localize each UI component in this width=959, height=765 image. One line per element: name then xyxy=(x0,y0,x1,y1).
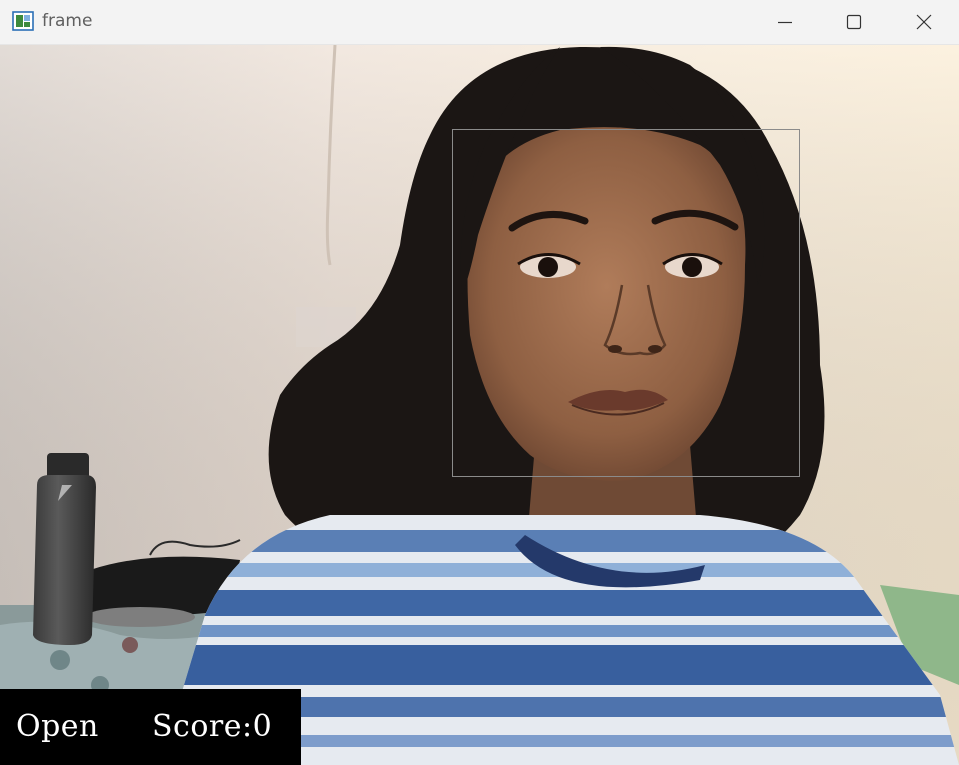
minimize-button[interactable] xyxy=(750,0,820,44)
camera-frame: Open Score:0 xyxy=(0,45,959,765)
title-bar[interactable]: frame xyxy=(0,0,959,45)
close-button[interactable] xyxy=(889,0,959,44)
face-detection-box xyxy=(452,129,800,477)
window-title: frame xyxy=(42,11,93,31)
maximize-icon xyxy=(846,14,862,30)
minimize-icon xyxy=(778,21,792,24)
opencv-window: frame Open Score:0 xyxy=(0,0,959,765)
status-overlay: Open Score:0 xyxy=(0,689,301,765)
score-label: Score:0 xyxy=(152,709,273,744)
eye-status-label: Open xyxy=(16,709,99,744)
close-icon xyxy=(916,14,932,30)
app-icon xyxy=(12,11,34,31)
maximize-button[interactable] xyxy=(819,0,889,44)
